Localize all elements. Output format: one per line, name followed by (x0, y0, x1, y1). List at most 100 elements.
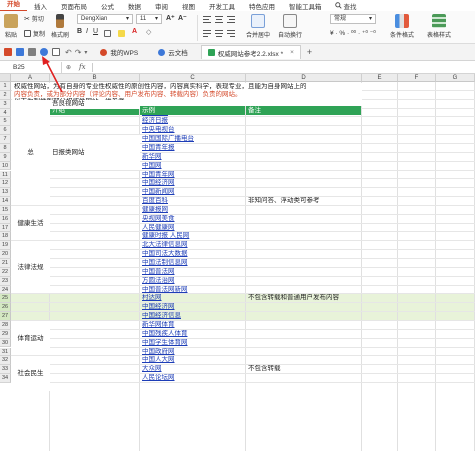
note-cell[interactable] (246, 171, 362, 180)
column-header[interactable]: G (436, 74, 475, 82)
example-site-cell[interactable]: 新华网体育 (140, 321, 246, 330)
example-site-cell[interactable]: 北大法律信息网 (140, 241, 246, 250)
note-cell[interactable] (246, 312, 362, 321)
note-cell[interactable]: 不包含转载和普通用户发布内容 (246, 294, 362, 303)
row-header[interactable]: 13 (0, 188, 11, 198)
tab-smart-tools[interactable]: 智能工具箱 (282, 1, 329, 11)
note-cell[interactable] (246, 339, 362, 348)
tab-cloud-docs[interactable]: 云文档 (151, 45, 195, 59)
tab-review[interactable]: 审阅 (148, 1, 175, 11)
example-site-cell[interactable]: 中国残疾人体育 (140, 330, 246, 339)
category-society[interactable]: 社会民生 (11, 356, 50, 391)
row-header[interactable]: 5 (0, 117, 11, 127)
wrap-text-button[interactable]: 自动换行 (278, 14, 302, 39)
row-header[interactable]: 26 (0, 303, 11, 313)
tab-current-workbook[interactable]: 权威网站参考2.2.xlsx * × (200, 45, 301, 59)
border-icon[interactable] (104, 30, 111, 37)
category-sports[interactable]: 体育运动 (11, 320, 50, 356)
note-cell[interactable] (246, 277, 362, 286)
paste-button[interactable]: 粘贴 (4, 14, 18, 39)
row-header[interactable]: 29 (0, 329, 11, 339)
note-cell[interactable] (246, 188, 362, 197)
example-site-cell[interactable]: 中央电视台 (140, 126, 246, 135)
note-cell[interactable] (246, 250, 362, 259)
row-header[interactable]: 4 (0, 108, 11, 118)
font-name-select[interactable]: DengXian ▾ (77, 14, 133, 24)
font-size-select[interactable]: 11 ▾ (136, 14, 162, 24)
example-site-cell[interactable]: 方圆法治网 (140, 277, 246, 286)
example-site-cell[interactable]: 中国普法网 (140, 268, 246, 277)
spreadsheet-grid[interactable]: ABCDEFG123人民网4光明日报5经济日报6中央电视台7中国国际广播电台8中… (0, 74, 475, 451)
row-header[interactable]: 9 (0, 152, 11, 162)
example-site-cell[interactable]: 百度百科 (140, 197, 246, 206)
intro-daily-sites[interactable]: 日报类网站 (50, 135, 140, 171)
example-site-cell[interactable]: 中国政府网 (140, 348, 246, 357)
row-header[interactable]: 1 (0, 82, 11, 91)
note-cell[interactable] (246, 153, 362, 162)
note-cell[interactable] (246, 330, 362, 339)
note-cell[interactable] (246, 135, 362, 144)
font-grow-button[interactable]: A⁺ (166, 14, 175, 22)
align-top-icons[interactable] (203, 15, 237, 25)
example-site-cell[interactable]: 中国法制信息网 (140, 259, 246, 268)
example-site-cell[interactable]: 中国学生体育网 (140, 339, 246, 348)
note-cell[interactable] (246, 126, 362, 135)
note-cell[interactable] (246, 374, 362, 383)
row-header[interactable]: 33 (0, 365, 11, 375)
category-health[interactable]: 健康生活 (11, 205, 50, 241)
note-cell[interactable] (246, 224, 362, 233)
example-site-cell[interactable]: 央视网美食 (140, 215, 246, 224)
tab-my-wps[interactable]: 我的WPS (93, 45, 145, 59)
font-color-button[interactable]: A (132, 28, 137, 35)
italic-button[interactable]: I (86, 28, 88, 35)
column-header[interactable]: E (362, 74, 398, 82)
example-site-cell[interactable]: 中国经济信息 (140, 312, 246, 321)
column-header[interactable]: C (140, 74, 246, 82)
intro-main-site[interactable]: 吾良视网站 (50, 99, 140, 109)
fill-color-icon[interactable] (118, 30, 125, 37)
example-site-cell[interactable]: 中国经济网 (140, 179, 246, 188)
row-header[interactable]: 20 (0, 250, 11, 259)
note-cell[interactable]: 不包含转载 (246, 365, 362, 374)
tab-view[interactable]: 视图 (175, 1, 202, 11)
note-cell[interactable] (246, 232, 362, 241)
merge-center-button[interactable]: 合并居中 (246, 14, 270, 39)
row-header[interactable]: 27 (0, 312, 11, 321)
example-site-cell[interactable]: 中国青年报 (140, 144, 246, 153)
note-cell[interactable] (246, 268, 362, 277)
note-cell[interactable] (246, 215, 362, 224)
category-general[interactable]: 总 (11, 99, 50, 205)
print-icon[interactable] (28, 48, 36, 56)
example-site-cell[interactable]: 中国司法大数据 (140, 250, 246, 259)
format-painter-button[interactable]: 格式刷 (51, 14, 69, 39)
row-header[interactable]: 8 (0, 143, 11, 153)
row-header[interactable]: 23 (0, 276, 11, 286)
tab-data[interactable]: 数据 (121, 1, 148, 11)
row-header[interactable]: 19 (0, 241, 11, 251)
align-horizontal-icons[interactable] (203, 29, 237, 39)
tab-insert[interactable]: 插入 (27, 1, 54, 11)
example-site-cell[interactable]: 中国经济网 (140, 303, 246, 312)
row-header[interactable]: 16 (0, 214, 11, 224)
example-site-cell[interactable]: 中国网 (140, 162, 246, 171)
row-header[interactable]: 10 (0, 161, 11, 171)
tab-special[interactable]: 特色应用 (242, 1, 282, 11)
save-icon[interactable] (16, 48, 24, 56)
row-header[interactable]: 28 (0, 320, 11, 330)
row-header[interactable]: 31 (0, 347, 11, 357)
example-site-cell[interactable]: 健康时报 人民网 (140, 232, 246, 241)
clear-format-icon[interactable]: ◇ (146, 28, 151, 36)
bold-button[interactable]: B (77, 28, 82, 35)
row-header[interactable]: 6 (0, 126, 11, 136)
share-icon[interactable] (40, 48, 48, 56)
underline-button[interactable]: U (93, 28, 98, 35)
row-header[interactable]: 18 (0, 232, 11, 242)
column-header[interactable]: F (398, 74, 436, 82)
example-site-cell[interactable]: 中国新闻网 (140, 188, 246, 197)
example-site-cell[interactable]: 中国普法网新网 (140, 286, 246, 295)
note-cell[interactable] (246, 259, 362, 268)
row-header[interactable]: 25 (0, 294, 11, 304)
export-icon[interactable] (52, 48, 60, 56)
row-header[interactable]: 24 (0, 285, 11, 295)
row-header[interactable]: 17 (0, 223, 11, 233)
